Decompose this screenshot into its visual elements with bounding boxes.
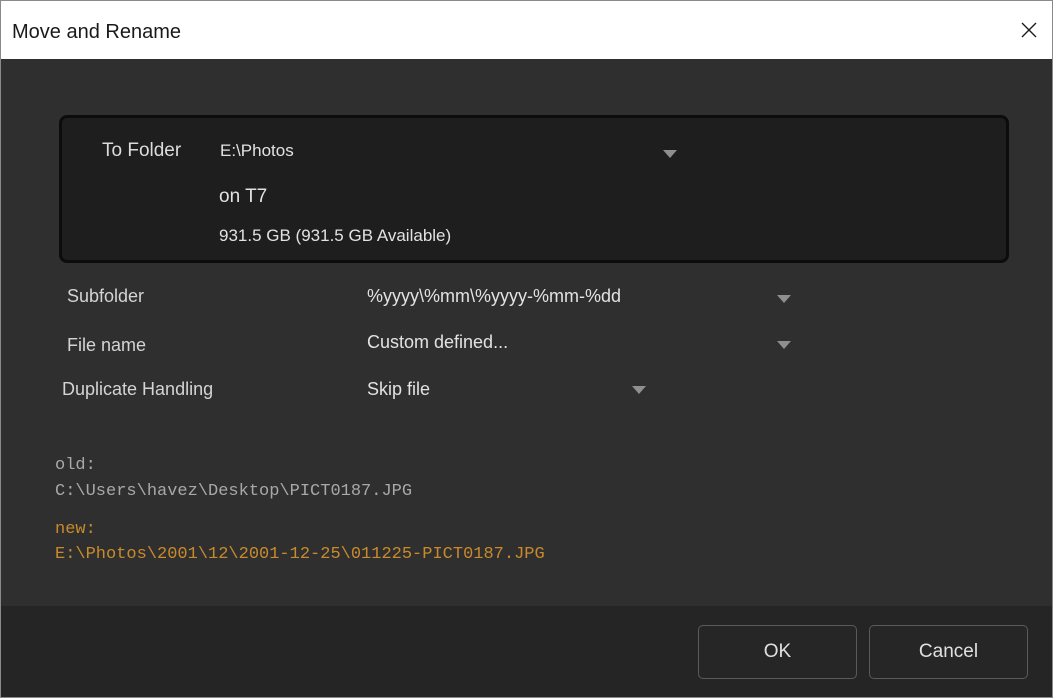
close-icon bbox=[1021, 22, 1037, 38]
filename-select[interactable]: Custom defined... bbox=[367, 332, 508, 353]
cancel-button[interactable]: Cancel bbox=[869, 625, 1028, 679]
subfolder-label: Subfolder bbox=[67, 286, 145, 306]
subfolder-dropdown-arrow-icon[interactable] bbox=[777, 295, 791, 303]
filename-label: File name bbox=[67, 335, 147, 355]
filename-dropdown-arrow-icon[interactable] bbox=[777, 341, 791, 349]
destination-panel: To Folder E:\Photos on T7 931.5 GB (931.… bbox=[59, 115, 1009, 263]
duplicate-handling-select[interactable]: Skip file bbox=[367, 379, 430, 400]
close-button[interactable] bbox=[1006, 1, 1052, 59]
button-bar: OK Cancel bbox=[1, 606, 1052, 697]
ok-button[interactable]: OK bbox=[698, 625, 857, 679]
duplicate-dropdown-arrow-icon[interactable] bbox=[632, 386, 646, 394]
old-path-label: old: bbox=[55, 456, 96, 475]
title-bar: Move and Rename bbox=[1, 1, 1052, 59]
dialog-title: Move and Rename bbox=[12, 21, 181, 43]
drive-capacity: 931.5 GB (931.5 GB Available) bbox=[219, 226, 452, 245]
folder-select[interactable]: E:\Photos bbox=[220, 141, 294, 161]
dialog-body: To Folder E:\Photos on T7 931.5 GB (931.… bbox=[1, 59, 1052, 606]
new-path-value: E:\Photos\2001\12\2001-12-25\011225-PICT… bbox=[55, 545, 545, 564]
old-path-value: C:\Users\havez\Desktop\PICT0187.JPG bbox=[55, 482, 413, 501]
new-path-label: new: bbox=[55, 520, 96, 539]
duplicate-handling-label: Duplicate Handling bbox=[62, 379, 214, 399]
drive-name: on T7 bbox=[219, 186, 268, 207]
subfolder-select[interactable]: %yyyy\%mm\%yyyy-%mm-%dd bbox=[367, 286, 621, 307]
folder-dropdown-arrow-icon[interactable] bbox=[663, 150, 677, 158]
move-rename-dialog: Move and Rename To Folder E:\Photos on T… bbox=[0, 0, 1053, 698]
to-folder-label: To Folder bbox=[102, 140, 182, 161]
